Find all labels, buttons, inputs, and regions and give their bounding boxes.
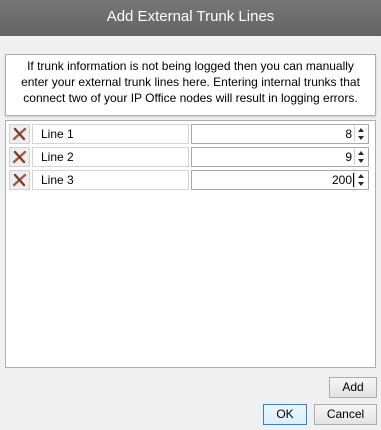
line-number-stepper[interactable]: 8: [191, 124, 369, 144]
spin-down-button[interactable]: [355, 157, 367, 165]
line-name-cell: Line 1: [32, 124, 189, 144]
trunk-lines-grid: Line 1 8 Line 2 9 Line 3 200: [5, 120, 376, 368]
spin-up-button[interactable]: [355, 126, 367, 134]
trunk-line-row: Line 1 8: [7, 123, 374, 145]
line-number-stepper[interactable]: 9: [191, 147, 369, 167]
ok-button[interactable]: OK: [263, 404, 307, 425]
cancel-button[interactable]: Cancel: [314, 404, 377, 425]
spin-down-button[interactable]: [355, 134, 367, 142]
line-name-cell: Line 3: [32, 170, 189, 190]
delete-x-icon: [12, 150, 27, 164]
line-number-value[interactable]: 9: [345, 148, 352, 166]
spin-up-button[interactable]: [355, 172, 367, 180]
spin-down-button[interactable]: [355, 180, 367, 188]
triangle-down-icon: [358, 182, 364, 186]
trunk-line-row: Line 3 200: [7, 169, 374, 191]
delete-row-button[interactable]: [9, 170, 30, 190]
delete-row-button[interactable]: [9, 124, 30, 144]
triangle-down-icon: [358, 159, 364, 163]
line-number-value[interactable]: 200: [332, 171, 352, 189]
triangle-up-icon: [358, 174, 364, 178]
delete-row-button[interactable]: [9, 147, 30, 167]
trunk-line-row: Line 2 9: [7, 146, 374, 168]
delete-x-icon: [12, 173, 27, 187]
triangle-down-icon: [358, 136, 364, 140]
spin-up-button[interactable]: [355, 149, 367, 157]
spin-control[interactable]: [354, 172, 367, 188]
line-name-cell: Line 2: [32, 147, 189, 167]
delete-x-icon: [12, 127, 27, 141]
add-trunk-lines-dialog: Add External Trunk Lines If trunk inform…: [0, 0, 381, 430]
spin-control[interactable]: [354, 126, 367, 142]
add-button[interactable]: Add: [329, 377, 377, 398]
info-message: If trunk information is not being logged…: [5, 54, 376, 116]
spin-control[interactable]: [354, 149, 367, 165]
dialog-title: Add External Trunk Lines: [0, 0, 381, 36]
line-number-stepper[interactable]: 200: [191, 170, 369, 190]
line-number-value[interactable]: 8: [345, 125, 352, 143]
triangle-up-icon: [358, 128, 364, 132]
triangle-up-icon: [358, 151, 364, 155]
